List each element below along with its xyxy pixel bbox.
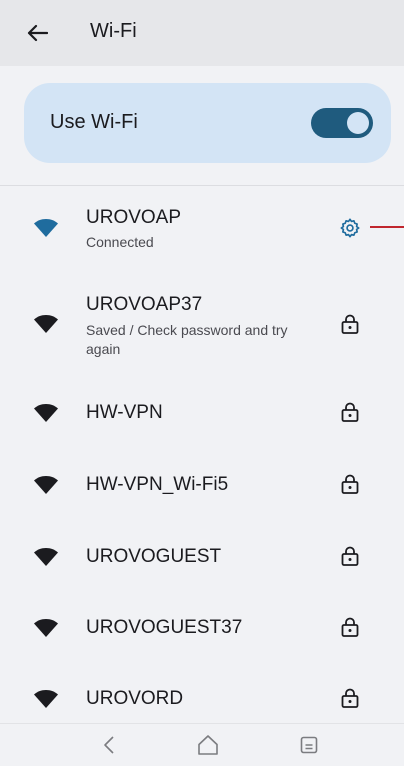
wifi-signal-icon (34, 476, 58, 494)
network-name: UROVOAP37 (86, 294, 203, 315)
use-wifi-toggle[interactable] (311, 108, 373, 138)
network-item-urovoap37[interactable]: UROVOAP37 Saved / Check password and try… (0, 282, 404, 368)
gear-icon[interactable] (339, 217, 361, 239)
network-name: UROVOGUEST37 (86, 617, 243, 638)
system-nav-bar (0, 723, 404, 766)
network-name: UROVOAP (86, 207, 182, 228)
lock-icon (341, 314, 359, 334)
lock-icon (341, 688, 359, 708)
network-item-urovord[interactable]: UROVORD (0, 669, 404, 723)
wifi-signal-icon (34, 619, 58, 637)
wifi-signal-icon (34, 315, 58, 333)
wifi-signal-icon (34, 690, 58, 708)
lock-icon (341, 617, 359, 637)
network-item-urovoguest[interactable]: UROVOGUEST (0, 527, 404, 587)
network-name: UROVOGUEST (86, 546, 222, 567)
network-status: Connected (86, 234, 154, 250)
network-item-urovoap[interactable]: UROVOAP Connected (0, 186, 404, 262)
wifi-signal-icon (34, 219, 58, 237)
use-wifi-card[interactable]: Use Wi-Fi (24, 83, 391, 163)
network-name: HW-VPN_Wi-Fi5 (86, 474, 229, 495)
annotation-line (370, 226, 404, 228)
nav-home-icon[interactable] (195, 734, 221, 756)
lock-icon (341, 546, 359, 566)
lock-icon (341, 474, 359, 494)
network-item-urovoguest37[interactable]: UROVOGUEST37 (0, 598, 404, 658)
network-item-hw-vpn-wi-fi5[interactable]: HW-VPN_Wi-Fi5 (0, 455, 404, 515)
toggle-knob (347, 112, 369, 134)
network-name: UROVORD (86, 688, 184, 709)
nav-back-icon[interactable] (96, 734, 122, 756)
wifi-signal-icon (34, 548, 58, 566)
top-app-bar: Wi-Fi (0, 0, 404, 66)
wifi-signal-icon (34, 404, 58, 422)
network-name: HW-VPN (86, 402, 163, 423)
network-status: Saved / Check password and try again (86, 322, 288, 357)
use-wifi-label: Use Wi-Fi (50, 111, 138, 133)
page-title: Wi-Fi (90, 20, 137, 42)
lock-icon (341, 402, 359, 422)
nav-menu-icon[interactable] (296, 734, 322, 756)
network-item-hw-vpn[interactable]: HW-VPN (0, 383, 404, 443)
back-arrow-icon[interactable] (24, 20, 50, 46)
